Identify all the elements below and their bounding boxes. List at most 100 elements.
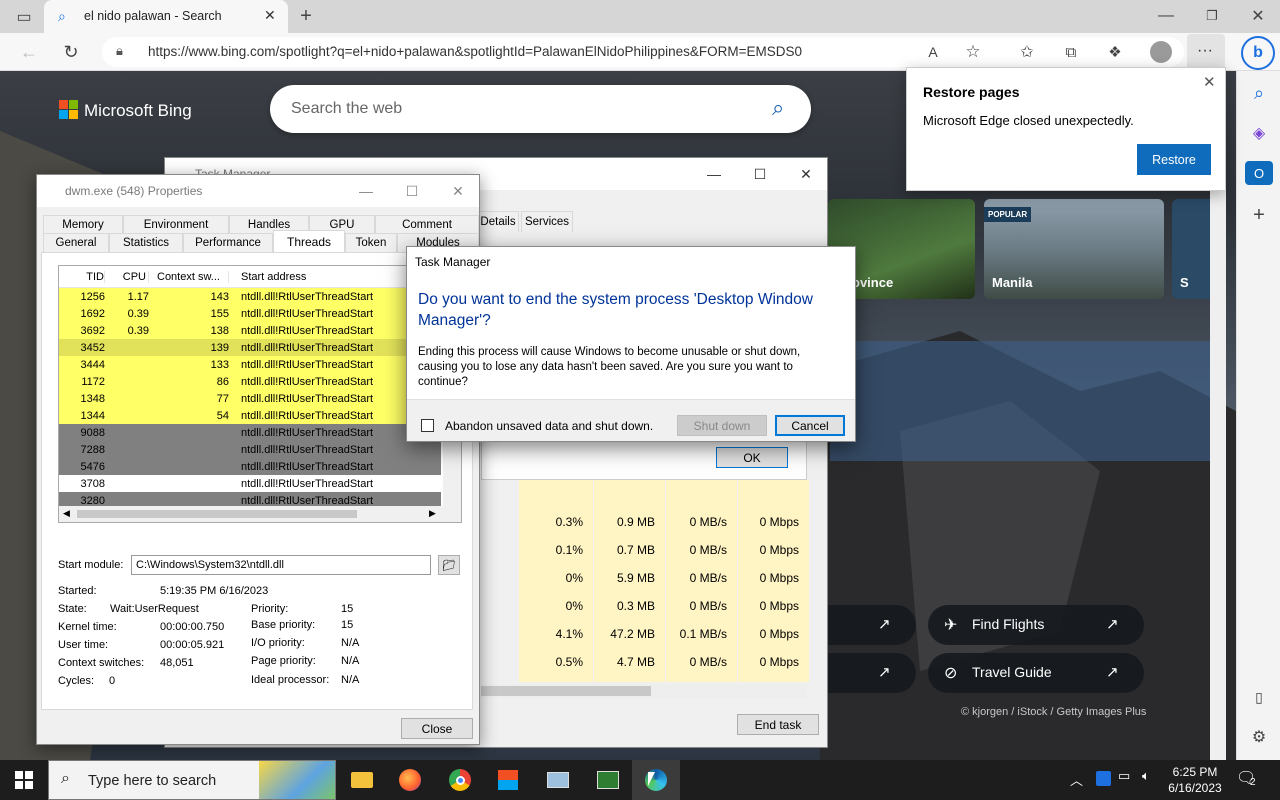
bing-search-box[interactable]: Search the web ⌕ — [270, 85, 811, 133]
tab-threads[interactable]: Threads — [273, 230, 345, 253]
col-cpu[interactable]: CPU — [105, 270, 149, 283]
sidebar-search-icon[interactable]: ⌕ — [1245, 81, 1273, 105]
close-popup-icon[interactable]: ✕ — [1203, 73, 1216, 91]
thread-row[interactable]: 1256 1.17 143 ntdll.dll!RtlUserThreadStart — [59, 288, 441, 305]
threads-hscroll[interactable]: ◀ ▶ — [59, 506, 443, 522]
thread-row[interactable]: 1692 0.39 155 ntdll.dll!RtlUserThreadStart — [59, 305, 441, 322]
performance-icon[interactable]: ❖ — [1102, 40, 1128, 64]
sidebar-discover-icon[interactable]: ◈ — [1245, 121, 1273, 145]
thread-row[interactable]: 3452 139 ntdll.dll!RtlUserThreadStart — [59, 339, 441, 356]
tab-general[interactable]: General — [43, 233, 109, 252]
prop-maximize-icon[interactable]: ☐ — [389, 175, 435, 207]
remote-desktop-icon[interactable] — [534, 760, 582, 800]
file-explorer-icon[interactable] — [338, 760, 386, 800]
col-start-address[interactable]: Start address — [229, 271, 429, 283]
thread-row[interactable]: 1344 54 ntdll.dll!RtlUserThreadStart — [59, 407, 441, 424]
thread-row[interactable]: 1172 86 ntdll.dll!RtlUserThreadStart — [59, 373, 441, 390]
read-aloud-icon[interactable]: A — [920, 40, 946, 64]
process-row[interactable]: 0.1% 0.7 MB 0 MB/s 0 Mbps — [519, 536, 809, 564]
process-row[interactable]: 0% 0.3 MB 0 MB/s 0 Mbps — [519, 592, 809, 620]
process-row[interactable]: 4.1% 47.2 MB 0.1 MB/s 0 Mbps — [519, 620, 809, 648]
favorite-star-icon[interactable]: ☆ — [960, 40, 986, 64]
refresh-icon[interactable]: ↻ — [58, 40, 84, 64]
find-flights-button[interactable]: ✈ Find Flights ↗ — [928, 605, 1144, 645]
tab-token[interactable]: Token — [345, 233, 397, 252]
tab-memory[interactable]: Memory — [43, 215, 123, 233]
store-icon[interactable] — [484, 760, 532, 800]
new-tab-icon[interactable]: + — [294, 4, 318, 28]
volume-icon[interactable]: 🔈︎ — [1142, 768, 1150, 784]
tab-details[interactable]: Details — [477, 211, 519, 232]
travel-guide-button[interactable]: ⊘ Travel Guide ↗ — [928, 653, 1144, 693]
col-tid[interactable]: TID — [59, 270, 105, 283]
thread-row[interactable]: 5476 ntdll.dll!RtlUserThreadStart — [59, 458, 441, 475]
card-manila[interactable]: POPULAR Manila — [984, 199, 1164, 299]
favorites-icon[interactable]: ✩ — [1014, 40, 1040, 64]
tm-close-icon[interactable]: ✕ — [783, 158, 829, 190]
card-next[interactable]: S — [1172, 199, 1210, 299]
tm-minimize-icon[interactable]: — — [691, 158, 737, 190]
cancel-button[interactable]: Cancel — [775, 415, 845, 436]
thread-row[interactable]: 3708 ntdll.dll!RtlUserThreadStart — [59, 475, 441, 492]
bing-search-icon[interactable]: ⌕ — [772, 95, 784, 121]
profile-avatar[interactable] — [1150, 41, 1172, 63]
process-row[interactable]: 0.5% 4.7 MB 0 MB/s 0 Mbps — [519, 648, 809, 676]
bing-chat-icon[interactable]: b — [1241, 36, 1275, 70]
thread-row[interactable]: 1348 77 ntdll.dll!RtlUserThreadStart — [59, 390, 441, 407]
restore-window-icon[interactable]: ❐ — [1198, 4, 1226, 28]
thread-row[interactable]: 3444 133 ntdll.dll!RtlUserThreadStart — [59, 356, 441, 373]
tm-hscrollbar[interactable] — [481, 684, 807, 698]
process-row[interactable]: 0.3% 0.9 MB 0 MB/s 0 Mbps — [519, 508, 809, 536]
start-module-field[interactable]: C:\Windows\System32\ntdll.dll — [131, 555, 431, 575]
ok-button[interactable]: OK — [716, 447, 788, 468]
sidebar-panel-icon[interactable]: ▯ — [1245, 685, 1273, 709]
scroll-left-icon[interactable]: ◀ — [63, 508, 70, 519]
collections-icon[interactable]: ⧉ — [1058, 40, 1084, 64]
network-icon[interactable]: ▭ — [1118, 768, 1130, 784]
process-row[interactable]: 0% 5.9 MB 0 MB/s 0 Mbps — [519, 564, 809, 592]
restore-button[interactable]: Restore — [1137, 144, 1211, 175]
end-task-button[interactable]: End task — [737, 714, 819, 735]
prop-close-icon[interactable]: ✕ — [435, 175, 481, 207]
sidebar-settings-icon[interactable]: ⚙ — [1245, 725, 1273, 749]
threads-list[interactable]: TID CPU Context sw... Start address 1256… — [58, 265, 462, 523]
settings-more-button[interactable]: ··· — [1187, 34, 1225, 70]
col-context-switches[interactable]: Context sw... — [149, 270, 229, 283]
close-button[interactable]: Close — [401, 718, 473, 739]
notification-center-icon[interactable]: 🗨︎ 2 — [1236, 768, 1260, 792]
minimize-icon[interactable]: — — [1152, 4, 1180, 28]
taskbar-search[interactable]: ⌕ Type here to search — [48, 760, 336, 800]
back-icon[interactable]: ← — [16, 40, 42, 64]
taskbar-clock[interactable]: 6:25 PM 6/16/2023 — [1164, 764, 1226, 796]
browser-tab[interactable]: ⌕ el nido palawan - Search ✕ — [44, 0, 288, 33]
tab-services[interactable]: Services — [521, 211, 573, 232]
tray-app-icon[interactable] — [1096, 771, 1111, 786]
firefox-icon[interactable] — [386, 760, 434, 800]
tab-comment[interactable]: Comment — [375, 215, 479, 233]
edge-taskbar-icon[interactable] — [632, 760, 680, 800]
task-manager-taskbar-icon[interactable] — [584, 760, 632, 800]
thread-row[interactable]: 9088 ntdll.dll!RtlUserThreadStart — [59, 424, 441, 441]
close-window-icon[interactable]: ✕ — [1244, 4, 1272, 28]
scroll-right-icon[interactable]: ▶ — [429, 508, 436, 519]
thread-row[interactable]: 7288 ntdll.dll!RtlUserThreadStart — [59, 441, 441, 458]
prop-minimize-icon[interactable]: — — [343, 175, 389, 207]
tab-performance[interactable]: Performance — [183, 233, 273, 252]
start-button[interactable] — [0, 760, 48, 800]
tab-statistics[interactable]: Statistics — [109, 233, 183, 252]
tray-chevron-icon[interactable]: ︿ — [1070, 770, 1083, 789]
tab-environment[interactable]: Environment — [123, 215, 229, 233]
abandon-checkbox-label[interactable]: Abandon unsaved data and shut down. — [445, 419, 653, 433]
outlook-icon[interactable]: O — [1245, 161, 1273, 185]
tm-maximize-icon[interactable]: ☐ — [737, 158, 783, 190]
sidebar-add-icon[interactable]: + — [1245, 203, 1273, 227]
thread-row[interactable]: 3692 0.39 138 ntdll.dll!RtlUserThreadStart — [59, 322, 441, 339]
shut-down-button[interactable]: Shut down — [677, 415, 767, 436]
thread-cpu: 1.17 — [127, 290, 149, 303]
chrome-icon[interactable] — [436, 760, 484, 800]
folder-icon[interactable]: 📁︎ — [438, 555, 460, 575]
abandon-checkbox[interactable] — [421, 419, 434, 432]
tab-actions-icon[interactable]: ▭ — [10, 4, 38, 30]
scroll-down-icon[interactable]: ▼ — [447, 520, 456, 522]
close-tab-icon[interactable]: ✕ — [264, 7, 276, 24]
